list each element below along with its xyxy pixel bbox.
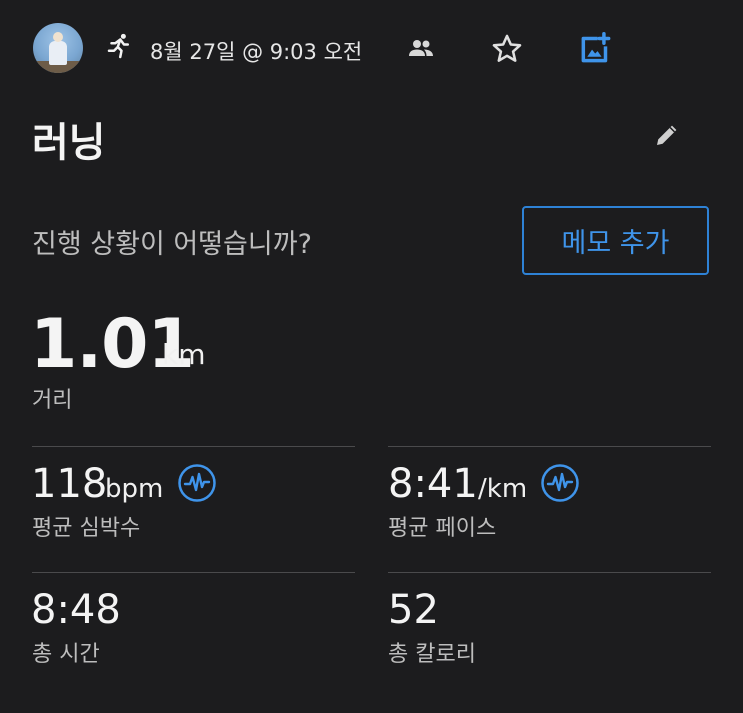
heart-rate-chart-icon[interactable] [177, 463, 217, 503]
pace-chart-icon[interactable] [540, 463, 580, 503]
avatar[interactable] [33, 23, 83, 73]
star-icon[interactable] [490, 32, 524, 66]
heart-rate-value: 118 [31, 461, 108, 507]
add-photo-icon[interactable] [577, 29, 615, 67]
pace-value: 8:41 [388, 461, 478, 507]
activity-title: 러닝 [32, 120, 106, 166]
edit-pencil-icon[interactable] [652, 120, 682, 150]
activity-header: 8월 27일 @ 9:03 오전 [0, 0, 743, 100]
total-time-value: 8:48 [31, 587, 121, 633]
divider [388, 572, 711, 573]
distance-label: 거리 [32, 388, 73, 413]
people-icon[interactable] [407, 36, 435, 60]
distance-unit: km [162, 338, 206, 371]
pace-unit: /km [478, 474, 528, 504]
divider [388, 446, 711, 447]
total-time-label: 총 시간 [32, 642, 100, 667]
total-calories-label: 총 칼로리 [388, 642, 476, 667]
running-icon [107, 33, 129, 59]
progress-prompt: 진행 상황이 어떻습니까? [32, 229, 312, 260]
heart-rate-label: 평균 심박수 [32, 516, 141, 541]
divider [32, 446, 355, 447]
heart-rate-unit: bpm [105, 474, 164, 504]
add-memo-button[interactable]: 메모 추가 [522, 206, 709, 275]
pace-label: 평균 페이스 [388, 516, 497, 541]
total-calories-value: 52 [388, 587, 439, 633]
divider [32, 572, 355, 573]
activity-datetime: 8월 27일 @ 9:03 오전 [150, 40, 363, 64]
